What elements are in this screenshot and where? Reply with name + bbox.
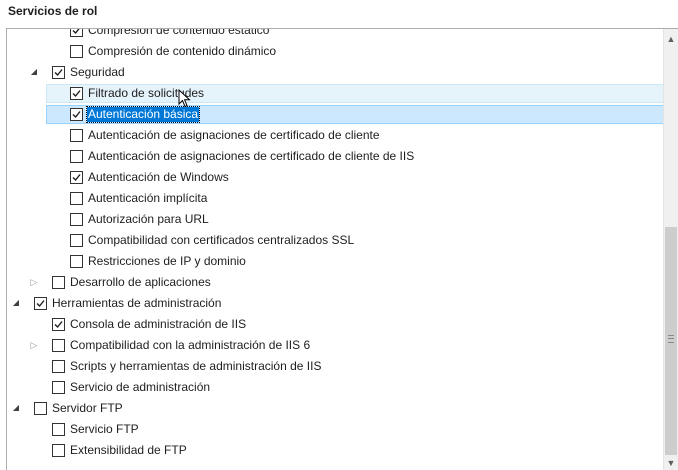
tree-item[interactable]: ▷ Desarrollo de aplicaciones [7, 272, 664, 293]
tree-item-checkbox[interactable] [70, 108, 83, 121]
page-title: Servicios de rol [8, 4, 98, 18]
tree-item-label: Servidor FTP [52, 401, 123, 415]
tree-item[interactable]: ◢ Seguridad [7, 62, 664, 83]
tree-item[interactable]: Compresión de contenido estático [7, 28, 664, 41]
tree-item-checkbox[interactable] [52, 318, 65, 331]
tree-item-label: Servicio FTP [70, 422, 139, 436]
tree-item[interactable]: Autenticación de asignaciones de certifi… [7, 125, 664, 146]
tree-item[interactable]: ◢ Servidor FTP [7, 398, 664, 419]
tree-item-label: Autorización para URL [88, 212, 209, 226]
tree-item-label: Scripts y herramientas de administración… [70, 359, 322, 373]
tree-item-checkbox[interactable] [70, 129, 83, 142]
collapsed-triangle-icon[interactable]: ▷ [29, 340, 39, 350]
tree-item-checkbox[interactable] [52, 66, 65, 79]
tree-item-checkbox[interactable] [52, 444, 65, 457]
tree-item[interactable]: Scripts y herramientas de administración… [7, 356, 664, 377]
tree-item[interactable]: Autenticación implícita [7, 188, 664, 209]
tree-item-label: Autenticación de asignaciones de certifi… [88, 149, 415, 163]
tree-item-checkbox[interactable] [34, 297, 47, 310]
tree-item-checkbox[interactable] [70, 87, 83, 100]
expanded-triangle-icon[interactable]: ◢ [11, 298, 21, 308]
tree-item-checkbox[interactable] [52, 339, 65, 352]
role-services-tree[interactable]: Compresión de contenido estático Compresi… [6, 28, 678, 470]
tree-item-label: Restricciones de IP y dominio [88, 254, 246, 268]
tree-item-checkbox[interactable] [52, 423, 65, 436]
tree-item[interactable]: Servicio de administración [7, 377, 664, 398]
tree-item-label: Compatibilidad con certificados centrali… [88, 233, 355, 247]
tree-item-checkbox[interactable] [70, 150, 83, 163]
tree-item-checkbox[interactable] [52, 360, 65, 373]
collapsed-triangle-icon[interactable]: ▷ [29, 277, 39, 287]
expanded-triangle-icon[interactable]: ◢ [11, 403, 21, 413]
tree-item-label: Herramientas de administración [52, 296, 222, 310]
tree-item-checkbox[interactable] [52, 276, 65, 289]
tree-item-label: Filtrado de solicitudes [88, 86, 205, 100]
tree-item-label: Seguridad [70, 65, 125, 79]
tree-item-checkbox[interactable] [70, 45, 83, 58]
vertical-scrollbar[interactable]: ▲ ▼ [663, 29, 678, 470]
tree-item-label: Autenticación de Windows [88, 170, 229, 184]
tree-item-label: Consola de administración de IIS [70, 317, 247, 331]
chevron-down-icon: ▼ [666, 458, 676, 468]
tree-item-checkbox[interactable] [70, 192, 83, 205]
tree-item-label: Compresión de contenido estático [88, 28, 270, 37]
tree-item-label: Desarrollo de aplicaciones [70, 275, 211, 289]
tree-item[interactable]: Consola de administración de IIS [7, 314, 664, 335]
grip-icon [668, 335, 674, 343]
tree-item[interactable]: Autenticación de Windows [7, 167, 664, 188]
tree-item[interactable]: Autenticación básica [7, 104, 664, 125]
tree-item[interactable]: Autenticación de asignaciones de certifi… [7, 146, 664, 167]
tree-item[interactable]: Restricciones de IP y dominio [7, 251, 664, 272]
tree-item-checkbox[interactable] [34, 402, 47, 415]
expanded-triangle-icon[interactable]: ◢ [29, 67, 39, 77]
scroll-up-button[interactable]: ▲ [664, 31, 678, 47]
tree-item-label: Compatibilidad con la administración de … [70, 338, 311, 352]
tree-item-checkbox[interactable] [70, 234, 83, 247]
scroll-down-button[interactable]: ▼ [664, 455, 678, 470]
tree-item[interactable]: Filtrado de solicitudes [7, 83, 664, 104]
tree-item[interactable]: Servicio FTP [7, 419, 664, 440]
tree-item-label: Autenticación básica [85, 106, 201, 123]
tree-item-checkbox[interactable] [70, 171, 83, 184]
tree-item[interactable]: Extensibilidad de FTP [7, 440, 664, 461]
tree-item-label: Servicio de administración [70, 380, 211, 394]
tree-item[interactable]: ◢ Herramientas de administración [7, 293, 664, 314]
tree-item-checkbox[interactable] [70, 213, 83, 226]
chevron-up-icon: ▲ [666, 34, 676, 44]
tree-item[interactable]: Compatibilidad con certificados centrali… [7, 230, 664, 251]
tree-item-checkbox[interactable] [70, 29, 83, 37]
scroll-thumb[interactable] [665, 227, 677, 455]
tree-item[interactable]: Compresión de contenido dinámico [7, 41, 664, 62]
tree-item[interactable]: Autorización para URL [7, 209, 664, 230]
tree-item-checkbox[interactable] [52, 381, 65, 394]
tree-item-label: Autenticación implícita [88, 191, 208, 205]
tree-item-label: Compresión de contenido dinámico [88, 44, 277, 58]
tree-item-checkbox[interactable] [70, 255, 83, 268]
tree-item-label: Extensibilidad de FTP [70, 443, 187, 457]
tree-item[interactable]: ▷ Compatibilidad con la administración de… [7, 335, 664, 356]
tree-item-label: Autenticación de asignaciones de certifi… [88, 128, 380, 142]
